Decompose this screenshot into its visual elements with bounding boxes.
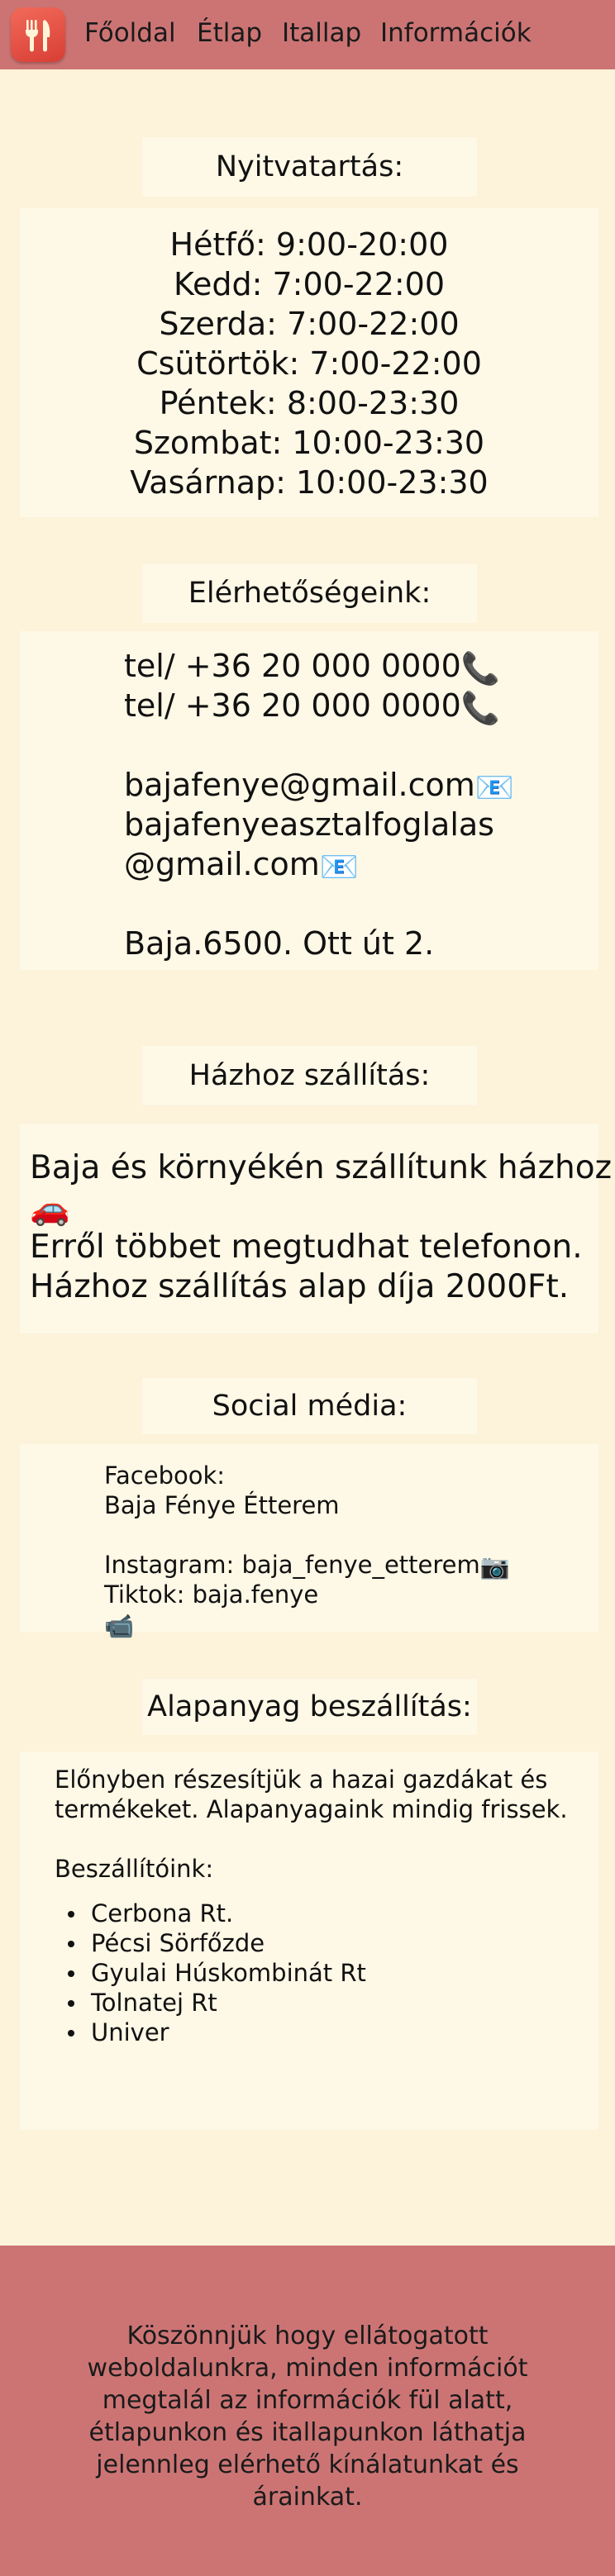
nav-link-drinks[interactable]: Itallap [282, 18, 361, 48]
suppliers-list: Cerbona Rt. Pécsi Sörfőzde Gyulai Húskom… [55, 1899, 598, 2047]
email-line-1: bajafenye@gmail.com📧 [124, 765, 598, 806]
hours-title: Nyitvatartás: [142, 137, 477, 197]
delivery-line-2: Erről többet megtudhat telefonon. [30, 1229, 583, 1266]
suppliers-label: Beszállítóink: [55, 1855, 214, 1883]
social-title: Social média: [142, 1378, 477, 1434]
social-panel: Facebook: Baja Fénye Étterem Instagram: … [20, 1444, 598, 1640]
video-camera-icon: 📹 [104, 1612, 135, 1640]
supplier-item: Tolnatej Rt [55, 1988, 598, 2018]
supply-intro-1: Előnyben részesítjük a hazai gazdákat és [55, 1766, 548, 1794]
contact-title: Elérhetőségeink: [142, 563, 477, 623]
facebook-name[interactable]: Baja Fénye Étterem [104, 1490, 598, 1520]
instagram-handle[interactable]: Instagram: baja_fenye_etterem [104, 1551, 480, 1579]
footer: Köszönnjük hogy ellátogatott weboldalunk… [0, 2246, 615, 2576]
fork-knife-icon [26, 20, 50, 52]
telephone-icon: 📞 [460, 649, 501, 687]
instagram-line: Instagram: baja_fenye_etterem📷 [104, 1550, 598, 1580]
footer-text: Köszönnjük hogy ellátogatott weboldalunk… [87, 2322, 528, 2512]
envelope-icon: 📧 [474, 768, 515, 806]
hours-sunday: Vasárnap: 10:00-23:30 [130, 464, 489, 501]
phone-number-2[interactable]: tel/ +36 20 000 0000 [124, 687, 461, 724]
nav-link-info[interactable]: Információk [380, 18, 532, 48]
restaurant-logo[interactable] [11, 7, 65, 62]
delivery-line-3: Házhoz szállítás alap díja 2000Ft. [30, 1268, 570, 1305]
contact-panel: tel/ +36 20 000 0000📞 tel/ +36 20 000 00… [20, 631, 598, 970]
email-address-1[interactable]: bajafenye@gmail.com [124, 767, 475, 803]
hours-monday: Hétfő: 9:00-20:00 [169, 226, 449, 263]
hours-saturday: Szombat: 10:00-23:30 [133, 425, 485, 461]
facebook-label: Facebook: [104, 1461, 226, 1490]
car-icon: 🚗 [30, 1190, 70, 1228]
tiktok-handle[interactable]: Tiktok: baja.fenye [104, 1580, 598, 1609]
phone-number-1[interactable]: tel/ +36 20 000 0000 [124, 648, 461, 684]
supply-title: Alapanyag beszállítás: [142, 1679, 477, 1735]
supplier-item: Univer [55, 2018, 598, 2047]
supply-intro-2: termékeket. Alapanyagaink mindig frissek… [55, 1795, 568, 1823]
delivery-panel: Baja és környékén szállítunk házhoz. 🚗 E… [20, 1124, 615, 1333]
envelope-icon: 📧 [319, 848, 360, 885]
navbar: Főoldal Étlap Itallap Információk [0, 0, 615, 69]
supplier-item: Pécsi Sörfőzde [55, 1928, 598, 1958]
nav-link-home[interactable]: Főoldal [84, 18, 176, 48]
supplier-item: Cerbona Rt. [55, 1899, 598, 1928]
address: Baja.6500. Ott út 2. [124, 925, 435, 962]
nav-link-menu[interactable]: Étlap [197, 18, 262, 48]
delivery-line-1: Baja és környékén szállítunk házhoz. [30, 1149, 615, 1186]
email-line-2: @gmail.com📧 [124, 844, 598, 885]
delivery-title: Házhoz szállítás: [142, 1046, 477, 1105]
phone-line-2: tel/ +36 20 000 0000📞 [124, 686, 598, 726]
telephone-icon: 📞 [460, 689, 501, 726]
hours-panel: Hétfő: 9:00-20:00 Kedd: 7:00-22:00 Szerd… [20, 208, 598, 517]
hours-tuesday: Kedd: 7:00-22:00 [173, 266, 446, 302]
email-address-2-part1[interactable]: bajafenyeasztalfoglalas [124, 805, 598, 844]
email-address-2-part2[interactable]: @gmail.com [124, 846, 320, 882]
hours-thursday: Csütörtök: 7:00-22:00 [136, 345, 482, 382]
hours-wednesday: Szerda: 7:00-22:00 [159, 306, 460, 342]
phone-line-1: tel/ +36 20 000 0000📞 [124, 646, 598, 687]
supply-panel: Előnyben részesítjük a hazai gazdákat és… [20, 1751, 598, 2130]
camera-icon: 📷 [479, 1552, 510, 1580]
supplier-item: Gyulai Húskombinát Rt [55, 1958, 598, 1988]
hours-friday: Péntek: 8:00-23:30 [159, 385, 460, 421]
